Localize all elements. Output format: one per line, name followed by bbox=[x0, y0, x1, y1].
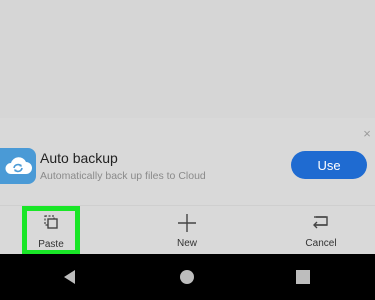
banner-subtitle: Automatically back up files to Cloud bbox=[40, 170, 206, 182]
paste-label: Paste bbox=[38, 239, 64, 250]
banner-title: Auto backup bbox=[40, 150, 118, 166]
bottom-toolbar: Paste New Cancel bbox=[0, 205, 375, 255]
back-icon[interactable] bbox=[62, 269, 78, 290]
return-icon bbox=[310, 212, 332, 237]
content-area bbox=[0, 0, 375, 118]
paste-button[interactable]: Paste bbox=[22, 206, 80, 255]
plus-icon bbox=[176, 212, 198, 239]
home-icon[interactable] bbox=[179, 269, 195, 290]
use-button[interactable]: Use bbox=[291, 151, 367, 179]
paste-icon bbox=[41, 212, 61, 237]
recents-icon[interactable] bbox=[295, 269, 311, 290]
cloud-sync-icon bbox=[0, 148, 36, 184]
close-icon[interactable]: × bbox=[361, 127, 373, 140]
new-label: New bbox=[176, 238, 197, 249]
new-button[interactable]: New bbox=[158, 206, 216, 255]
cancel-label: Cancel bbox=[305, 238, 337, 249]
system-navigation-bar bbox=[0, 254, 375, 300]
auto-backup-banner: × Auto backup Automatically back up file… bbox=[0, 118, 375, 205]
cancel-button[interactable]: Cancel bbox=[292, 206, 350, 255]
